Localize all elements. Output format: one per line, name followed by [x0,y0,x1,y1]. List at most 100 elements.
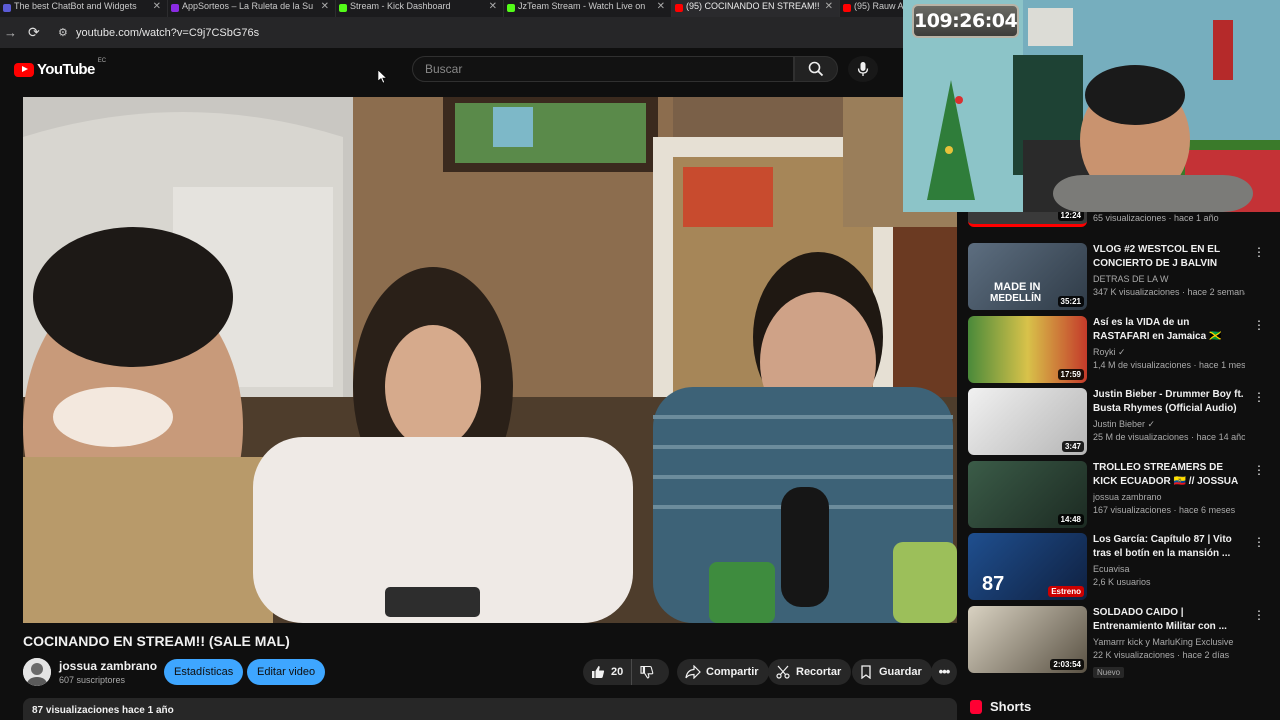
new-badge: Nuevo [1093,667,1125,678]
duration-badge: 35:21 [1057,296,1084,307]
tab-title: JzTeam Stream - Watch Live on [518,1,646,11]
close-tab-icon[interactable]: ✕ [153,1,161,12]
share-icon [685,665,701,679]
tab-favicon-icon [675,4,683,12]
premiere-badge: Estreno [1048,586,1084,597]
browser-tab-active[interactable]: (95) COCINANDO EN STREAM!! ✕ [672,0,840,17]
more-actions-button[interactable]: ••• [931,659,957,685]
video-thumbnail[interactable]: 17:59 [968,316,1087,383]
thumbs-down-icon [640,665,654,679]
channel-name[interactable]: jossua zambrano [59,659,157,673]
recommendation-item[interactable]: 17:59 Así es la VIDA de un RASTAFARI en … [968,316,1268,384]
browser-tab[interactable]: The best ChatBot and Widgets ✕ [0,0,168,17]
tab-title: (95) Rauw Al [854,1,905,11]
shorts-label: Shorts [990,699,1032,714]
view-count-and-date: 87 visualizaciones hace 1 año [32,705,174,716]
stats-button[interactable]: Estadísticas [164,659,244,685]
video-description-box[interactable]: 87 visualizaciones hace 1 año [23,698,957,720]
channel-name: Royki ✓ [1093,347,1126,357]
tab-favicon-icon [843,4,851,12]
more-vertical-icon[interactable]: ⋮ [1253,245,1265,259]
tab-title: The best ChatBot and Widgets [14,1,137,11]
mouse-cursor-icon [378,70,388,84]
bookmark-icon [861,665,871,679]
stream-timer: 109:26:04 [912,4,1019,38]
dislike-button[interactable] [632,665,654,679]
more-vertical-icon[interactable]: ⋮ [1253,535,1265,549]
video-thumbnail[interactable]: 3:47 [968,388,1087,455]
video-title: Los García: Capítulo 87 | Vito tras el b… [1093,534,1232,559]
video-meta: 25 M de visualizaciones · hace 14 años [1093,432,1245,442]
shorts-icon [970,699,982,714]
recommendation-item[interactable]: 87 Estreno Los García: Capítulo 87 | Vit… [968,533,1268,601]
edit-video-button[interactable]: Editar video [247,659,326,685]
close-tab-icon[interactable]: ✕ [489,1,497,12]
browser-tab[interactable]: (95) Rauw Al [840,0,905,17]
microphone-icon [857,62,869,76]
close-tab-icon[interactable]: ✕ [321,1,329,12]
scissors-icon [776,665,790,679]
youtube-logo[interactable]: YouTube EC [14,58,106,78]
video-thumbnail[interactable]: 14:48 [968,461,1087,528]
browser-tab[interactable]: AppSorteos – La Ruleta de la Su ✕ [168,0,336,17]
video-player[interactable] [23,97,957,623]
site-info-icon[interactable]: ⚙ [58,26,72,39]
browser-tab[interactable]: Stream - Kick Dashboard ✕ [336,0,504,17]
video-meta: 167 visualizaciones · hace 6 meses [1093,505,1236,515]
search-button[interactable] [794,56,838,82]
video-frame [23,97,957,623]
share-button[interactable]: Compartir [677,659,769,685]
subscriber-count: 607 suscriptores [59,675,126,685]
reload-icon[interactable]: ⟳ [28,24,46,41]
video-thumbnail[interactable]: 2:03:54 [968,606,1087,673]
clip-label: Recortar [796,666,842,678]
video-title: COCINANDO EN STREAM!! (SALE MAL) [23,633,290,649]
tab-favicon-icon [507,4,515,12]
channel-name: Ecuavisa [1093,564,1130,574]
close-tab-icon[interactable]: ✕ [825,1,833,12]
screen: The best ChatBot and Widgets ✕ AppSorteos… [0,0,1280,720]
shorts-section-header[interactable]: Shorts [970,699,1031,714]
clip-button[interactable]: Recortar [768,659,852,685]
recommendation-item[interactable]: 14:48 TROLLEO STREAMERS DE KICK ECUADOR … [968,461,1268,529]
voice-search-button[interactable] [848,56,878,82]
channel-name: DETRAS DE LA W [1093,274,1169,284]
save-button[interactable]: Guardar [852,659,932,685]
webcam-overlay: 109:26:04 [903,0,1280,212]
more-vertical-icon[interactable]: ⋮ [1253,463,1265,477]
more-vertical-icon[interactable]: ⋮ [1253,318,1265,332]
tab-favicon-icon [171,4,179,12]
url-field[interactable]: youtube.com/watch?v=C9j7CSbG76s [76,27,259,39]
like-button[interactable]: 20 [583,659,633,685]
channel-name: Justin Bieber ✓ [1093,419,1156,429]
recommendation-item[interactable]: MADE IN MEDELLÍN 35:21 VLOG #2 WESTCOL E… [968,243,1268,311]
youtube-play-icon [14,62,34,77]
tab-title: Stream - Kick Dashboard [350,1,451,11]
video-thumbnail[interactable]: 87 Estreno [968,533,1087,600]
video-thumbnail[interactable]: MADE IN MEDELLÍN 35:21 [968,243,1087,310]
search-input[interactable]: Buscar [412,56,794,82]
recommendation-item[interactable]: 12:24 65 visualizaciones · hace 1 año [968,212,1268,228]
duration-badge: 12:24 [1057,212,1084,221]
channel-avatar[interactable] [23,658,51,686]
browser-tab-bar: The best ChatBot and Widgets ✕ AppSorteos… [0,0,905,17]
video-title: TROLLEO STREAMERS DE KICK ECUADOR 🇪🇨 // … [1093,462,1238,487]
close-tab-icon[interactable]: ✕ [657,1,665,12]
video-thumbnail[interactable]: 12:24 [968,212,1087,227]
video-meta: 2,6 K usuarios [1093,577,1151,587]
thumbs-up-icon [592,666,605,678]
more-horizontal-icon: ••• [938,664,951,679]
forward-arrow-icon[interactable]: → [4,25,20,40]
more-vertical-icon[interactable]: ⋮ [1253,608,1265,622]
more-vertical-icon[interactable]: ⋮ [1253,390,1265,404]
browser-tab[interactable]: JzTeam Stream - Watch Live on ✕ [504,0,672,17]
video-meta: 1,4 M de visualizaciones · hace 1 mes [1093,360,1245,370]
video-meta: 347 K visualizaciones · hace 2 semanas [1093,287,1245,297]
tab-title: AppSorteos – La Ruleta de la Su [182,1,314,11]
tab-title: (95) COCINANDO EN STREAM!! [686,1,820,11]
recommendation-item[interactable]: 2:03:54 SOLDADO CAIDO | Entrenamiento Mi… [968,606,1268,678]
channel-name: jossua zambrano [1093,492,1162,502]
duration-badge: 14:48 [1057,514,1084,525]
tab-favicon-icon [339,4,347,12]
recommendation-item[interactable]: 3:47 Justin Bieber - Drummer Boy ft. Bus… [968,388,1268,456]
